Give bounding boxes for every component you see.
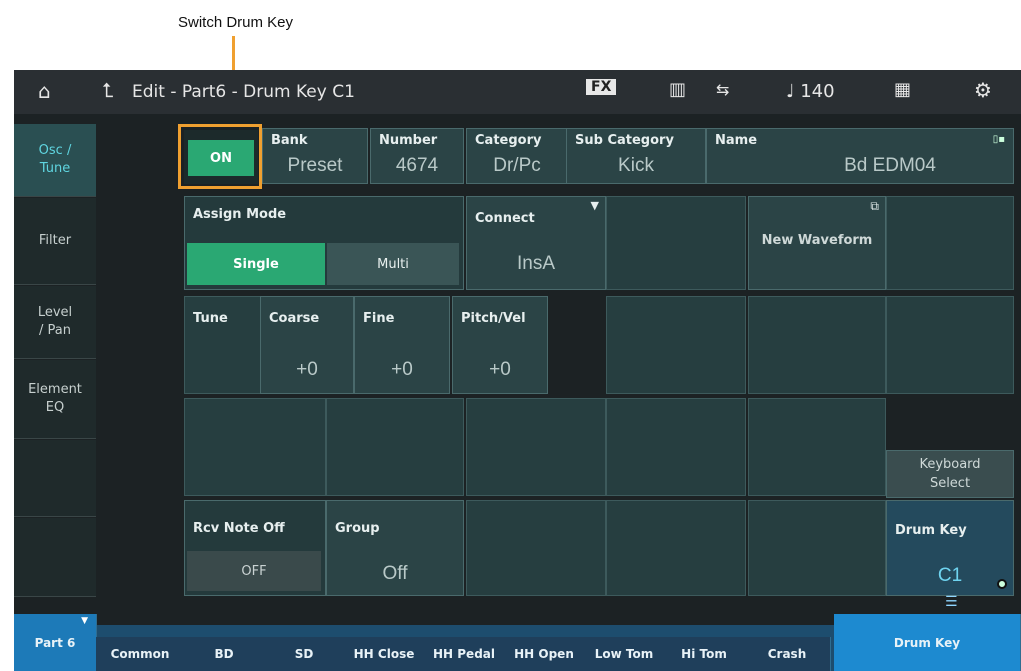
- keyboard-select-button[interactable]: Keyboard Select: [886, 450, 1014, 498]
- assign-mode-single-button[interactable]: Single: [187, 243, 325, 285]
- coarse-label: Coarse: [269, 311, 320, 326]
- pitchvel-field[interactable]: Pitch/Vel +0: [452, 296, 548, 394]
- empty-cell: [606, 296, 746, 394]
- tab-crash[interactable]: Crash: [744, 637, 831, 671]
- bank-label: Bank: [271, 133, 308, 148]
- usb-icon: ⇆: [716, 80, 730, 99]
- group-label: Group: [335, 521, 380, 536]
- group-value: Off: [382, 563, 408, 584]
- tempo-display[interactable]: ♩ 140: [786, 81, 835, 102]
- subcategory-label: Sub Category: [575, 133, 674, 148]
- tab-common[interactable]: Common: [96, 637, 185, 671]
- popup-window-icon: ⧉: [870, 199, 879, 213]
- tab-hh-open[interactable]: HH Open: [504, 637, 585, 671]
- edit-name-icon: ▯▪: [992, 134, 1005, 145]
- new-waveform-button[interactable]: ⧉ New Waveform: [748, 196, 886, 290]
- part-6-label: Part 6: [34, 635, 76, 650]
- top-bar: ⌂ ⮤ Edit - Part6 - Drum Key C1 FX ▥ ⇆ ♩ …: [14, 70, 1021, 114]
- tab-empty-2: [14, 518, 96, 597]
- tab-part-6[interactable]: ▼ Part 6: [14, 614, 97, 671]
- empty-cell: [748, 500, 886, 596]
- empty-cell: [466, 500, 606, 596]
- assign-mode-panel: Assign Mode Single Multi: [184, 196, 464, 290]
- name-value: Bd EDM04: [844, 155, 936, 176]
- scroll-indicator-icon: ☰: [945, 594, 958, 610]
- tab-level-pan[interactable]: Level / Pan: [14, 286, 96, 359]
- new-waveform-label: New Waveform: [761, 233, 873, 248]
- category-value: Dr/Pc: [493, 155, 541, 176]
- page-title: Edit - Part6 - Drum Key C1: [132, 82, 355, 102]
- empty-cell: [184, 398, 326, 496]
- rcv-note-off-panel: Rcv Note Off OFF: [184, 500, 326, 596]
- bank-value: Preset: [287, 155, 343, 176]
- empty-cell: [886, 296, 1014, 394]
- keyboard-icon: ▥: [669, 79, 687, 100]
- tab-filter[interactable]: Filter: [14, 198, 96, 285]
- name-field[interactable]: Name ▯▪ Bd EDM04: [706, 128, 1014, 184]
- tab-hi-tom[interactable]: Hi Tom: [664, 637, 745, 671]
- dropdown-arrow-icon: ▼: [590, 199, 599, 212]
- empty-cell: [748, 398, 886, 496]
- bank-field[interactable]: Bank Preset: [262, 128, 368, 184]
- drum-key-field[interactable]: Drum Key C1: [886, 500, 1014, 596]
- knob-indicator-icon: [997, 579, 1007, 589]
- annotation-highlight-box: [178, 124, 262, 189]
- annotation-label: Switch Drum Key: [178, 14, 294, 31]
- tab-hh-close[interactable]: HH Close: [344, 637, 425, 671]
- pitchvel-value: +0: [489, 359, 511, 380]
- tab-hh-pedal[interactable]: HH Pedal: [424, 637, 505, 671]
- back-arrow-icon[interactable]: ⮤: [102, 78, 114, 102]
- tab-osc-tune[interactable]: Osc / Tune: [14, 124, 96, 197]
- number-field[interactable]: Number 4674: [370, 128, 464, 184]
- drum-key-value: C1: [937, 565, 963, 586]
- tab-sd[interactable]: SD: [264, 637, 345, 671]
- empty-cell: [466, 398, 606, 496]
- empty-cell: [606, 196, 746, 290]
- assign-mode-label: Assign Mode: [193, 207, 287, 222]
- connect-dropdown[interactable]: Connect ▼ InsA: [466, 196, 606, 290]
- empty-cell: [326, 398, 464, 496]
- subcategory-field[interactable]: Sub Category Kick: [566, 128, 706, 184]
- tune-label: Tune: [193, 311, 228, 326]
- tab-low-tom[interactable]: Low Tom: [584, 637, 665, 671]
- category-field[interactable]: Category Dr/Pc: [466, 128, 568, 184]
- fine-label: Fine: [363, 311, 395, 326]
- number-value: 4674: [395, 155, 439, 176]
- name-label: Name: [715, 133, 758, 148]
- empty-cell: [606, 398, 746, 496]
- part-dropdown-arrow-icon: ▼: [81, 616, 88, 626]
- tab-empty-1: [14, 440, 96, 517]
- coarse-field[interactable]: Coarse +0: [260, 296, 354, 394]
- number-label: Number: [379, 133, 438, 148]
- rcv-note-off-label: Rcv Note Off: [193, 521, 285, 536]
- tab-element-eq[interactable]: Element EQ: [14, 360, 96, 439]
- empty-cell: [748, 296, 886, 394]
- connect-value: InsA: [516, 253, 556, 274]
- settings-gear-icon[interactable]: ⚙: [974, 78, 992, 102]
- empty-cell: [606, 500, 746, 596]
- empty-cell: [886, 196, 1014, 290]
- coarse-value: +0: [296, 359, 318, 380]
- connect-label: Connect: [475, 211, 535, 226]
- tab-bd[interactable]: BD: [184, 637, 265, 671]
- subcategory-value: Kick: [618, 155, 654, 176]
- fine-field[interactable]: Fine +0: [354, 296, 450, 394]
- category-label: Category: [475, 133, 542, 148]
- tune-header-cell: Tune: [184, 296, 262, 394]
- fx-indicator[interactable]: FX: [586, 79, 617, 95]
- assign-mode-multi-button[interactable]: Multi: [327, 243, 459, 285]
- keyboard-select-label: Keyboard Select: [919, 457, 981, 491]
- tab-drum-key[interactable]: Drum Key: [834, 614, 1021, 671]
- grid-menu-icon[interactable]: ▦: [894, 79, 911, 100]
- rcv-note-off-toggle[interactable]: OFF: [187, 551, 321, 591]
- pitchvel-label: Pitch/Vel: [461, 311, 526, 326]
- home-icon[interactable]: ⌂: [38, 79, 51, 103]
- fine-value: +0: [391, 359, 413, 380]
- drum-key-label: Drum Key: [895, 523, 967, 538]
- group-field[interactable]: Group Off: [326, 500, 464, 596]
